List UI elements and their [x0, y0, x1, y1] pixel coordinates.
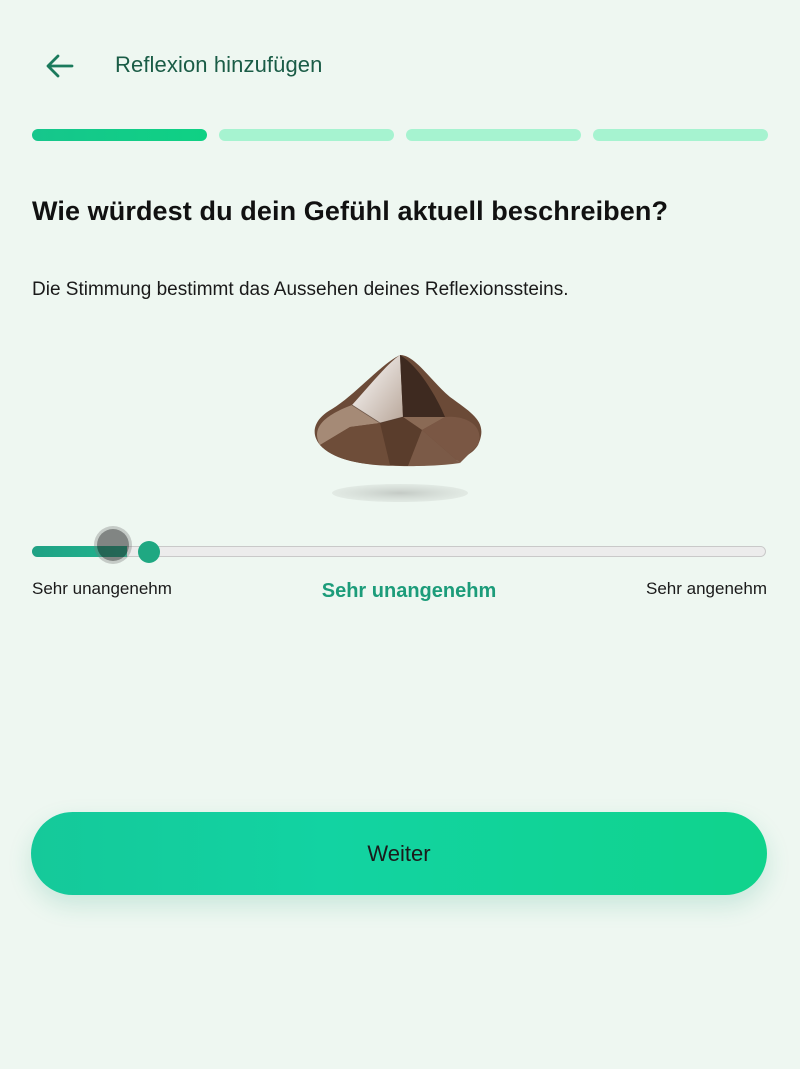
arrow-left-icon [46, 54, 74, 78]
top-bar: Reflexion hinzufügen [0, 0, 800, 130]
progress-step [406, 129, 581, 141]
back-button[interactable] [30, 38, 90, 94]
slider-thumb[interactable] [138, 541, 161, 563]
progress-step [219, 129, 394, 141]
step-progress [32, 129, 768, 141]
progress-step [32, 129, 207, 141]
reflection-stone-image [300, 345, 500, 510]
question-description: Die Stimmung bestimmt das Aussehen deine… [32, 279, 569, 300]
continue-button[interactable]: Weiter [31, 812, 767, 895]
mood-slider[interactable] [32, 529, 768, 571]
reflection-page: Reflexion hinzufügen Wie würdest du dein… [0, 0, 800, 1069]
slider-max-label: Sehr angenehm [646, 579, 767, 598]
page-title: Reflexion hinzufügen [115, 52, 323, 77]
question-title: Wie würdest du dein Gefühl aktuell besch… [32, 196, 669, 226]
progress-step [593, 129, 768, 141]
